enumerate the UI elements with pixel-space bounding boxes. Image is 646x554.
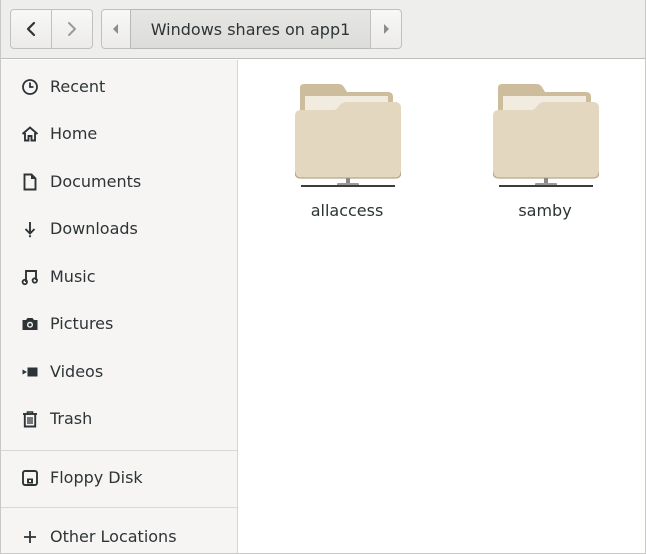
back-button[interactable] xyxy=(10,9,52,49)
sidebar-item-music[interactable]: Music xyxy=(1,257,237,297)
sidebar-item-other-locations[interactable]: Other Locations xyxy=(1,517,237,554)
sidebar-item-recent[interactable]: Recent xyxy=(1,67,237,107)
document-icon xyxy=(20,172,40,192)
path-scroll-left-button[interactable] xyxy=(101,9,131,49)
sidebar-divider xyxy=(1,507,237,508)
sidebar-item-label: Videos xyxy=(50,362,104,381)
header-bar: Windows shares on app1 xyxy=(1,0,645,59)
forward-button[interactable] xyxy=(51,9,93,49)
path-current-label: Windows shares on app1 xyxy=(150,19,351,39)
chevron-right-icon xyxy=(68,22,76,36)
clock-icon xyxy=(20,77,40,97)
sidebar-item-floppy-disk[interactable]: Floppy Disk xyxy=(1,458,237,498)
sidebar-item-pictures[interactable]: Pictures xyxy=(1,304,237,344)
network-folder-icon xyxy=(295,84,401,187)
sidebar-divider xyxy=(1,450,237,451)
share-label: samby xyxy=(518,201,572,220)
share-label: allaccess xyxy=(310,201,384,220)
sidebar-item-downloads[interactable]: Downloads xyxy=(1,209,237,249)
path-scroll-right-button[interactable] xyxy=(370,9,402,49)
video-icon xyxy=(20,362,40,382)
sidebar: Recent Home Documents Downloads Music Pi… xyxy=(1,60,238,553)
sidebar-item-label: Floppy Disk xyxy=(50,468,143,487)
download-icon xyxy=(20,219,40,239)
sidebar-item-label: Recent xyxy=(50,77,106,96)
network-folder-icon xyxy=(493,84,599,187)
sidebar-item-home[interactable]: Home xyxy=(1,114,237,154)
sidebar-item-label: Pictures xyxy=(50,314,114,333)
sidebar-item-label: Home xyxy=(50,124,98,143)
triangle-right-icon xyxy=(384,24,389,34)
plus-icon xyxy=(20,527,40,547)
trash-icon xyxy=(20,409,40,429)
triangle-left-icon xyxy=(113,24,118,34)
file-manager-window: Windows shares on app1 Recent Home Docum… xyxy=(0,0,646,554)
share-tile-samby[interactable]: samby xyxy=(485,62,605,220)
sidebar-item-label: Trash xyxy=(50,409,93,428)
floppy-disk-icon xyxy=(20,468,40,488)
path-bar-current-location[interactable]: Windows shares on app1 xyxy=(130,9,371,49)
sidebar-item-label: Documents xyxy=(50,172,142,191)
sidebar-item-documents[interactable]: Documents xyxy=(1,162,237,202)
sidebar-item-label: Music xyxy=(50,267,96,286)
file-view: allaccess samby xyxy=(239,60,645,553)
music-icon xyxy=(20,267,40,287)
sidebar-item-label: Other Locations xyxy=(50,527,177,546)
home-icon xyxy=(20,124,40,144)
sidebar-item-label: Downloads xyxy=(50,219,138,238)
camera-icon xyxy=(20,314,40,334)
sidebar-item-videos[interactable]: Videos xyxy=(1,352,237,392)
share-tile-allaccess[interactable]: allaccess xyxy=(287,62,407,220)
sidebar-item-trash[interactable]: Trash xyxy=(1,399,237,439)
chevron-left-icon xyxy=(26,21,36,37)
